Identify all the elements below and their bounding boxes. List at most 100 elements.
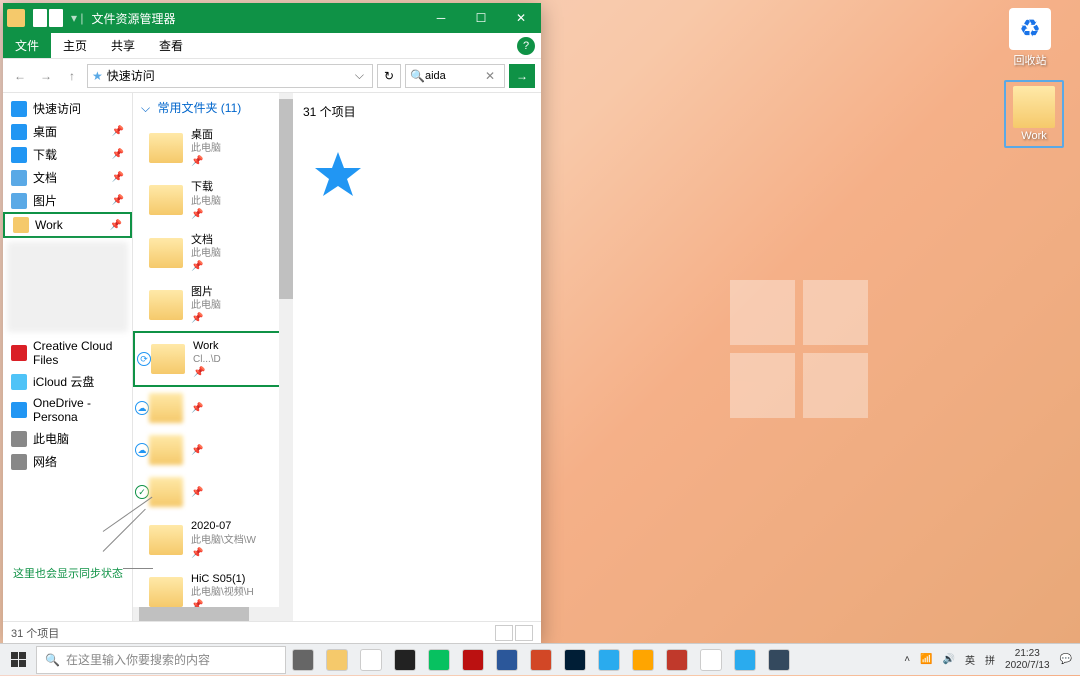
search-box[interactable]: 🔍 ✕ xyxy=(405,64,505,88)
folder-icon xyxy=(1013,86,1055,128)
menu-home[interactable]: 主页 xyxy=(51,37,99,54)
tray-chevron-up-icon[interactable]: ˄ xyxy=(904,654,910,665)
tray-notifications-icon[interactable]: 💬 xyxy=(1060,654,1072,665)
pin-icon: 📌 xyxy=(193,366,221,379)
app-icon xyxy=(7,9,25,27)
taskbar-app-star[interactable] xyxy=(626,644,660,676)
address-bar[interactable]: ★ 快速访问 ⌵ xyxy=(87,64,373,88)
menu-share[interactable]: 共享 xyxy=(99,37,147,54)
taskbar-app-text[interactable] xyxy=(694,644,728,676)
close-button[interactable]: ✕ xyxy=(501,3,541,33)
castle-icon xyxy=(768,649,790,671)
sidebar-desktop[interactable]: 桌面 📌 xyxy=(3,120,132,143)
word-icon xyxy=(496,649,518,671)
sidebar-onedrive[interactable]: OneDrive - Persona xyxy=(3,393,132,427)
system-tray[interactable]: ˄ 📶 🔊 英 拼 21:23 2020/7/13 💬 xyxy=(896,648,1080,672)
folder-item[interactable]: ⟳WorkCl...\D📌 xyxy=(133,331,293,387)
sidebar-documents[interactable]: 文档 📌 xyxy=(3,166,132,189)
view-icons-button[interactable] xyxy=(515,625,533,641)
sidebar-icloud[interactable]: iCloud 云盘 xyxy=(3,370,132,393)
taskbar-app-explorer[interactable] xyxy=(320,644,354,676)
taskbar-app-task-view[interactable] xyxy=(286,644,320,676)
taskbar-app-store[interactable] xyxy=(388,644,422,676)
taskbar-app-castle[interactable] xyxy=(762,644,796,676)
desktop-work-folder[interactable]: Work xyxy=(1004,80,1064,148)
sidebar-network[interactable]: 网络 xyxy=(3,450,132,473)
folder-list-pane[interactable]: ⌵ 常用文件夹 (11) 桌面此电脑📌下载此电脑📌文档此电脑📌图片此电脑📌⟳Wo… xyxy=(133,93,293,621)
forward-button[interactable]: → xyxy=(35,65,57,87)
adobe-icon xyxy=(462,649,484,671)
taskbar-app-powerpoint[interactable] xyxy=(524,644,558,676)
help-button[interactable]: ? xyxy=(517,37,535,55)
taskbar-app-word[interactable] xyxy=(490,644,524,676)
main-content-pane[interactable]: 31 个项目 xyxy=(293,93,541,621)
folder-item[interactable]: 2020-07此电脑\文档\W📌 xyxy=(133,513,293,565)
taskbar-app-wechat[interactable] xyxy=(422,644,456,676)
start-button[interactable] xyxy=(0,644,36,676)
folder-icon xyxy=(149,290,183,320)
pin-icon: 📌 xyxy=(191,312,221,325)
folder-item[interactable]: 桌面此电脑📌 xyxy=(133,122,293,174)
titlebar[interactable]: ▾ | 文件资源管理器 ─ ☐ ✕ xyxy=(3,3,541,33)
tray-ime2[interactable]: 拼 xyxy=(985,652,995,667)
tray-clock[interactable]: 21:23 2020/7/13 xyxy=(1005,648,1050,672)
sidebar-work[interactable]: Work 📌 xyxy=(3,212,132,238)
folder-item[interactable]: 文档此电脑📌 xyxy=(133,227,293,279)
pictures-icon xyxy=(11,193,27,209)
view-details-button[interactable] xyxy=(495,625,513,641)
pin-icon: 📌 xyxy=(191,155,221,168)
folder-item[interactable]: 下载此电脑📌 xyxy=(133,174,293,226)
status-bar: 31 个项目 xyxy=(3,621,541,643)
sidebar-downloads[interactable]: 下载 📌 xyxy=(3,143,132,166)
tray-ime[interactable]: 英 xyxy=(965,652,975,667)
folder-location: 此电脑 xyxy=(191,299,221,312)
address-dropdown[interactable]: ⌵ xyxy=(351,68,368,83)
quick-access-toolbar xyxy=(33,9,63,27)
menu-file[interactable]: 文件 xyxy=(3,33,51,58)
menu-view[interactable]: 查看 xyxy=(147,37,195,54)
folder-item[interactable]: ☁📌 xyxy=(133,387,293,429)
folder-name: 文档 xyxy=(191,233,221,247)
search-input[interactable] xyxy=(425,70,485,82)
maximize-button[interactable]: ☐ xyxy=(461,3,501,33)
navigation-pane[interactable]: 快速访问 桌面 📌 下载 📌 文档 📌 图片 📌 xyxy=(3,93,133,621)
telegram-icon xyxy=(598,649,620,671)
work-label: Work xyxy=(1010,130,1058,142)
folder-location: 此电脑 xyxy=(191,142,221,155)
sidebar-quick-access[interactable]: 快速访问 xyxy=(3,97,132,120)
back-button[interactable]: ← xyxy=(9,65,31,87)
taskbar-app-photoshop[interactable] xyxy=(558,644,592,676)
minimize-button[interactable]: ─ xyxy=(421,3,461,33)
sidebar-pictures[interactable]: 图片 📌 xyxy=(3,189,132,212)
folder-icon xyxy=(149,577,183,607)
folder-item[interactable]: 图片此电脑📌 xyxy=(133,279,293,331)
document-icon xyxy=(11,170,27,186)
horizontal-scrollbar[interactable] xyxy=(133,607,279,621)
windows-logo-watermark xyxy=(730,280,868,418)
tray-volume-icon[interactable]: 🔊 xyxy=(943,654,955,665)
taskbar-app-chrome[interactable] xyxy=(354,644,388,676)
folder-item[interactable]: ☁📌 xyxy=(133,429,293,471)
folder-location: 此电脑 xyxy=(191,195,221,208)
star-icon: ★ xyxy=(92,69,103,83)
taskbar-search[interactable]: 🔍 在这里输入你要搜索的内容 xyxy=(36,646,286,674)
taskbar-app-telegram[interactable] xyxy=(592,644,626,676)
folder-icon xyxy=(149,393,183,423)
file-explorer-window: ▾ | 文件资源管理器 ─ ☐ ✕ 文件 主页 共享 查看 ? ← → ↑ ★ … xyxy=(3,3,541,643)
desktop-recycle-bin[interactable]: 回收站 xyxy=(1000,8,1060,68)
clear-search-icon[interactable]: ✕ xyxy=(485,69,495,83)
folder-location: Cl...\D xyxy=(193,353,221,366)
search-go-button[interactable]: → xyxy=(509,64,535,88)
vertical-scrollbar[interactable] xyxy=(279,93,293,621)
up-button[interactable]: ↑ xyxy=(61,65,83,87)
tray-wifi-icon[interactable]: 📶 xyxy=(920,654,932,665)
folder-name: HiC S05(1) xyxy=(191,572,254,586)
taskbar-app-app1[interactable] xyxy=(660,644,694,676)
taskbar-app-spiral[interactable] xyxy=(728,644,762,676)
sidebar-this-pc[interactable]: 此电脑 xyxy=(3,427,132,450)
sidebar-creative-cloud[interactable]: Creative Cloud Files xyxy=(3,336,132,370)
refresh-button[interactable]: ↻ xyxy=(377,64,401,88)
folder-item[interactable]: ✓📌 xyxy=(133,471,293,513)
taskbar-app-adobe[interactable] xyxy=(456,644,490,676)
folder-group-header[interactable]: ⌵ 常用文件夹 (11) xyxy=(133,93,293,122)
